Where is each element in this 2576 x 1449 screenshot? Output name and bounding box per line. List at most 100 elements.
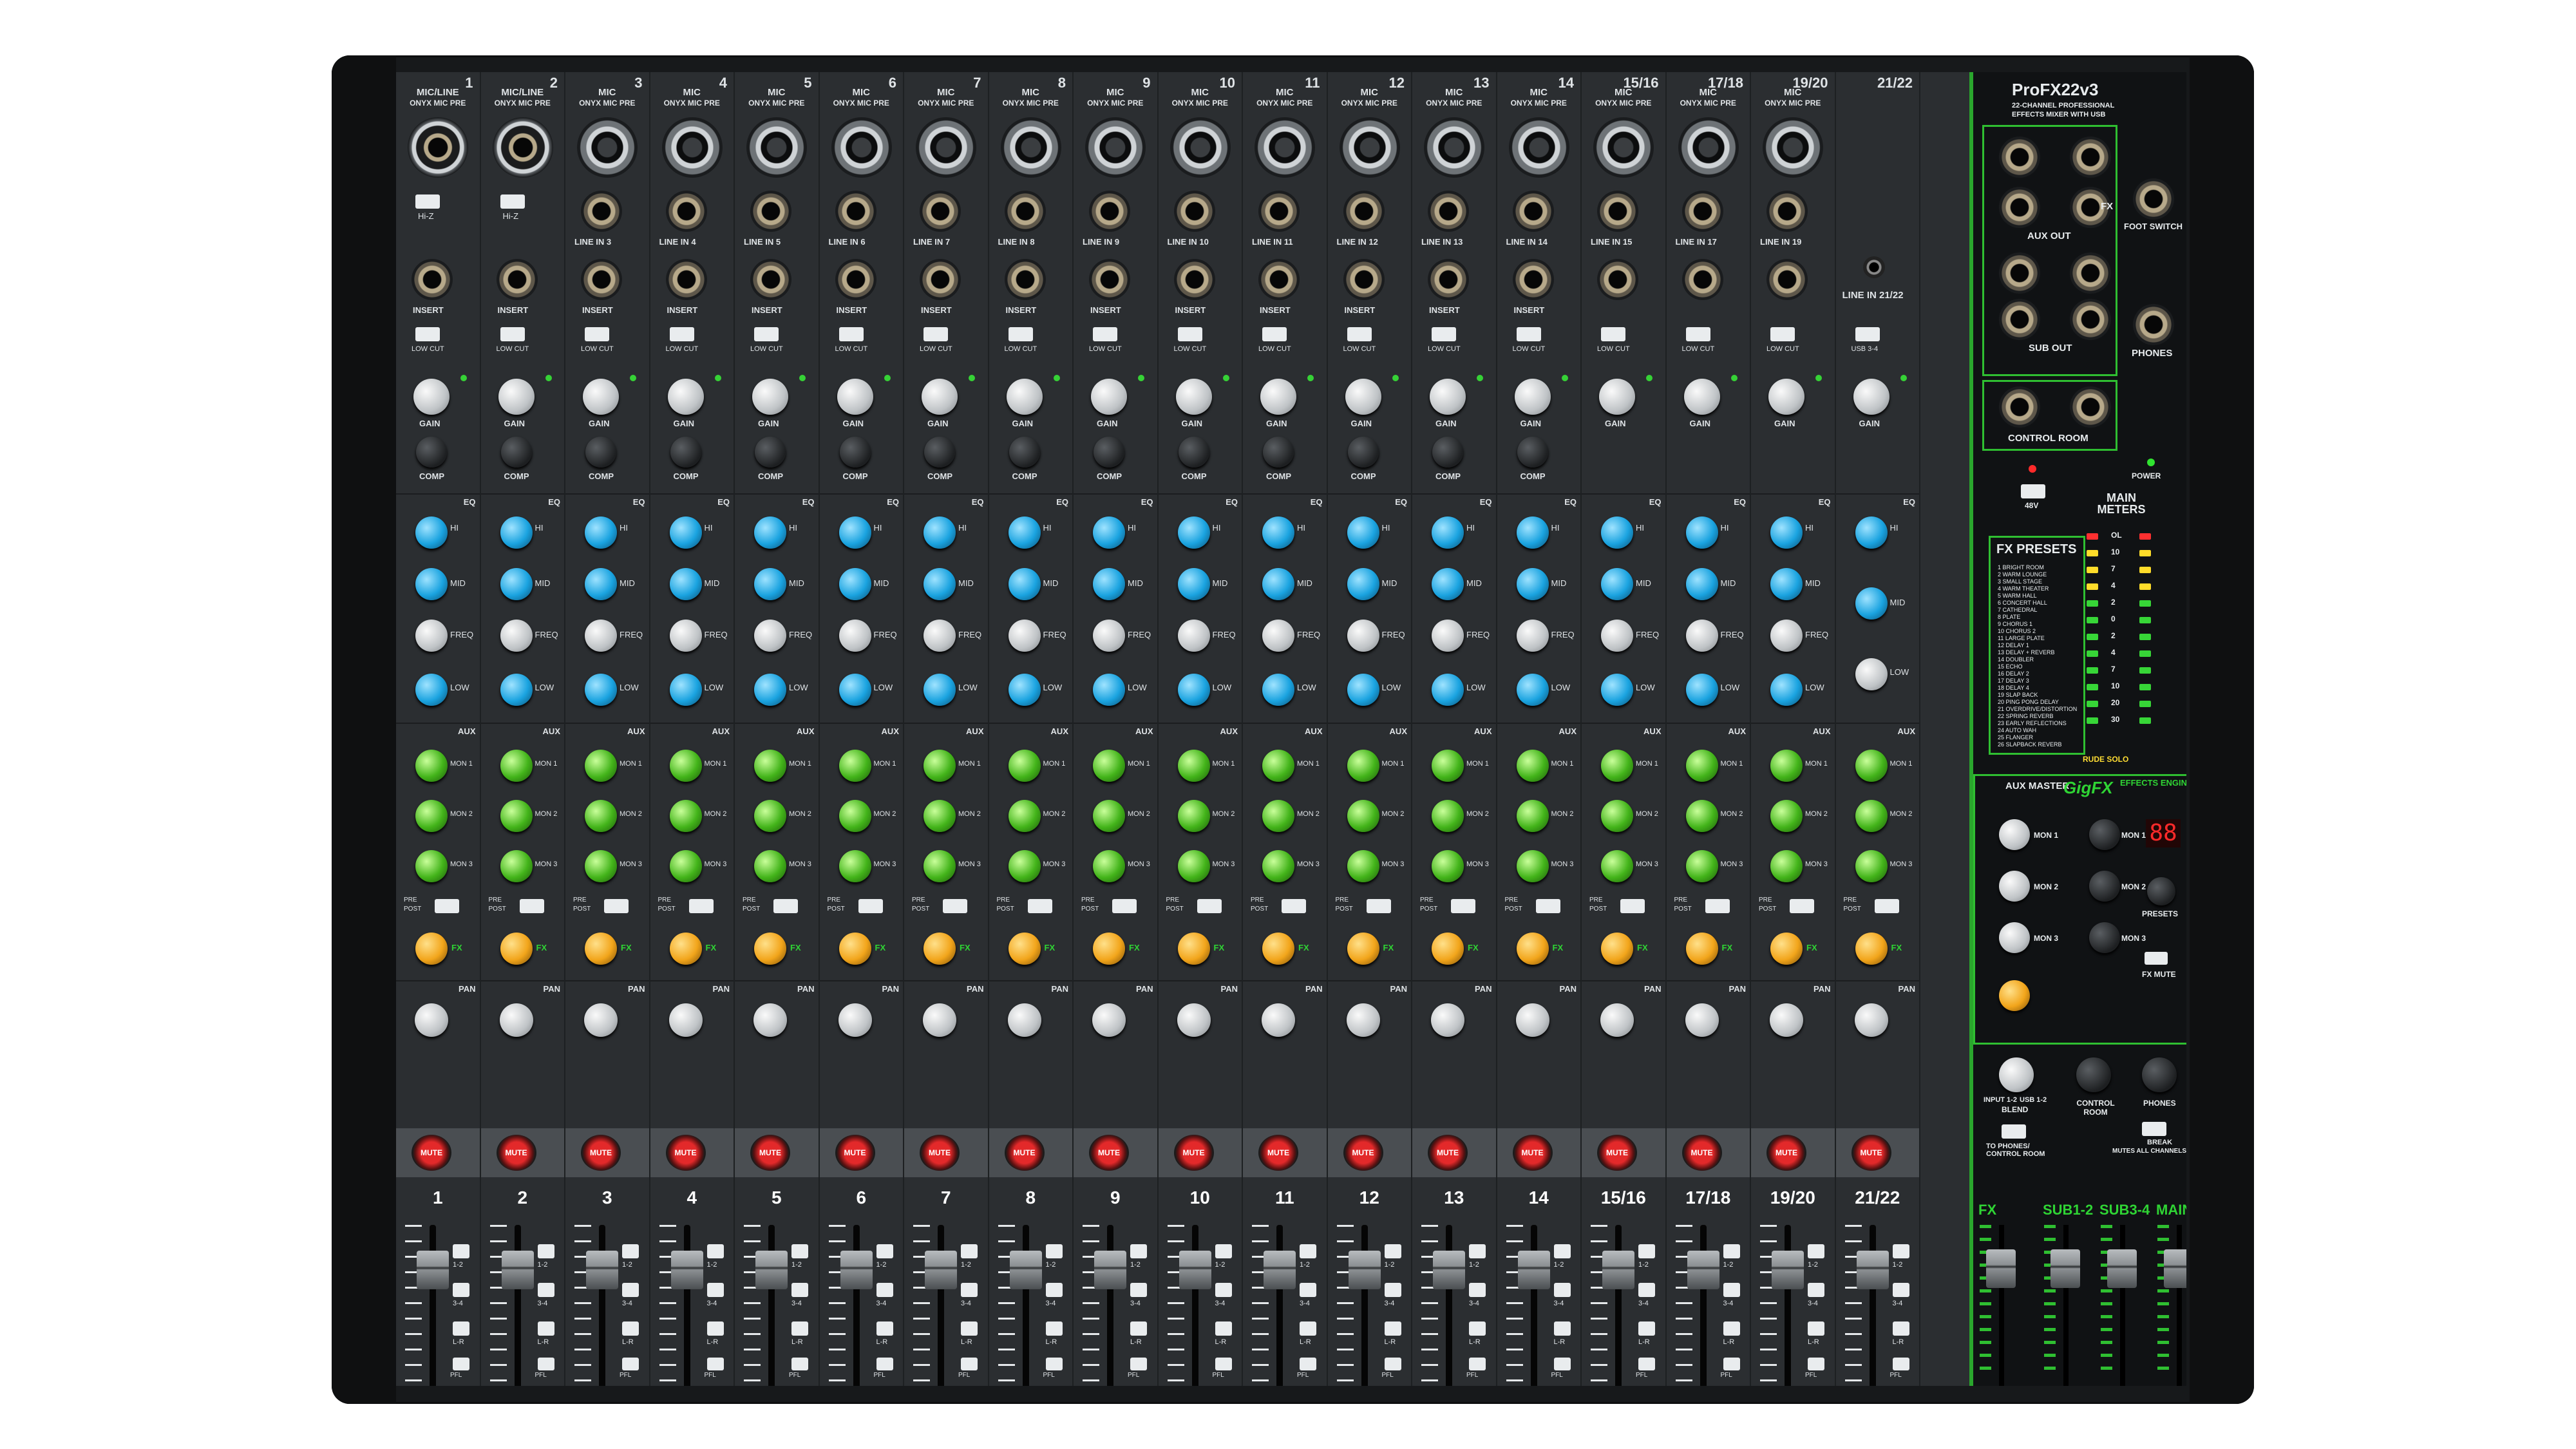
gain-knob[interactable] bbox=[1175, 379, 1212, 415]
pre-post-switch[interactable] bbox=[858, 899, 883, 913]
line-input-jack[interactable] bbox=[920, 191, 961, 232]
eq-mid-knob[interactable] bbox=[838, 568, 871, 600]
combo-input-jack[interactable] bbox=[492, 117, 553, 178]
eq-hi-knob[interactable] bbox=[415, 516, 448, 549]
low-cut-switch[interactable] bbox=[1685, 327, 1710, 341]
channel-fader[interactable] bbox=[755, 1251, 788, 1289]
mon3-knob[interactable] bbox=[500, 850, 533, 882]
comp-knob[interactable] bbox=[500, 437, 532, 468]
insert-jack[interactable] bbox=[1258, 259, 1300, 300]
eq-mid-knob[interactable] bbox=[1093, 568, 1125, 600]
eq-freq-knob[interactable] bbox=[669, 620, 702, 652]
pan-knob[interactable] bbox=[753, 1003, 787, 1037]
mon2-knob[interactable] bbox=[1262, 800, 1294, 832]
solo-button[interactable] bbox=[1723, 1358, 1740, 1370]
blend-knob[interactable] bbox=[1999, 1057, 2034, 1092]
mon1-knob[interactable] bbox=[1093, 750, 1125, 782]
eq-mid-knob[interactable] bbox=[1347, 568, 1379, 600]
gain-knob[interactable] bbox=[1599, 379, 1635, 415]
mon3-knob[interactable] bbox=[1516, 850, 1549, 882]
bus-34-button[interactable] bbox=[961, 1283, 978, 1297]
eq-low-knob[interactable] bbox=[585, 674, 617, 706]
fx-send-knob[interactable] bbox=[1855, 933, 1888, 965]
bus-lr-button[interactable] bbox=[537, 1321, 554, 1336]
mon3-knob[interactable] bbox=[1432, 850, 1464, 882]
low-cut-switch[interactable] bbox=[754, 327, 779, 341]
mon3-knob[interactable] bbox=[1601, 850, 1633, 882]
bus-lr-button[interactable] bbox=[1469, 1321, 1486, 1336]
low-cut-switch[interactable] bbox=[415, 327, 440, 341]
eq-freq-knob[interactable] bbox=[1432, 620, 1464, 652]
xlr-input-jack[interactable] bbox=[577, 117, 638, 178]
eq-hi-knob[interactable] bbox=[1262, 516, 1294, 549]
solo-button[interactable] bbox=[1384, 1358, 1401, 1370]
mon2-knob[interactable] bbox=[754, 800, 786, 832]
bus-34-button[interactable] bbox=[876, 1283, 893, 1297]
solo-button[interactable] bbox=[791, 1358, 808, 1370]
line-in-right-jack[interactable] bbox=[1681, 259, 1723, 300]
fx-send-knob[interactable] bbox=[585, 933, 617, 965]
solo-button[interactable] bbox=[1638, 1358, 1655, 1370]
xlr-input-jack[interactable] bbox=[1339, 117, 1400, 178]
gain-knob[interactable] bbox=[1091, 379, 1127, 415]
mute-button[interactable]: MUTE bbox=[920, 1135, 960, 1171]
line-input-jack[interactable] bbox=[1428, 191, 1469, 232]
xlr-input-jack[interactable] bbox=[1678, 117, 1739, 178]
eq-hi-knob[interactable] bbox=[1770, 516, 1803, 549]
low-cut-switch[interactable] bbox=[500, 327, 525, 341]
hiz-switch[interactable] bbox=[500, 194, 525, 209]
comp-knob[interactable] bbox=[755, 437, 786, 468]
mon2-knob[interactable] bbox=[585, 800, 617, 832]
solo-button[interactable] bbox=[706, 1358, 724, 1370]
insert-jack[interactable] bbox=[1428, 259, 1469, 300]
channel-fader[interactable] bbox=[1772, 1251, 1804, 1289]
channel-fader[interactable] bbox=[1602, 1251, 1634, 1289]
eq-freq-knob[interactable] bbox=[838, 620, 871, 652]
usb-34-switch[interactable] bbox=[1855, 327, 1880, 341]
channel-fader[interactable] bbox=[1264, 1251, 1296, 1289]
pre-post-switch[interactable] bbox=[519, 899, 544, 913]
gain-knob[interactable] bbox=[667, 379, 704, 415]
mon2-knob[interactable] bbox=[415, 800, 448, 832]
line-input-jack[interactable] bbox=[750, 191, 791, 232]
mon1-knob[interactable] bbox=[415, 750, 448, 782]
channel-fader[interactable] bbox=[1687, 1251, 1719, 1289]
solo-button[interactable] bbox=[1215, 1358, 1232, 1370]
solo-button[interactable] bbox=[537, 1358, 554, 1370]
gain-knob[interactable] bbox=[922, 379, 958, 415]
bus-12-button[interactable] bbox=[453, 1244, 469, 1258]
aux-out-jack-2[interactable] bbox=[1999, 187, 2040, 228]
aux-master-mon2-knob[interactable] bbox=[1999, 871, 2030, 902]
mon3-knob[interactable] bbox=[585, 850, 617, 882]
eq-freq-knob[interactable] bbox=[1177, 620, 1210, 652]
channel-fader[interactable] bbox=[1009, 1251, 1042, 1289]
eq-freq-knob[interactable] bbox=[1685, 620, 1718, 652]
fx-send-knob[interactable] bbox=[1601, 933, 1633, 965]
eq-mid-knob[interactable] bbox=[1685, 568, 1718, 600]
bus-12-button[interactable] bbox=[1553, 1244, 1571, 1258]
bus-12-button[interactable] bbox=[1215, 1244, 1232, 1258]
eq-low-knob[interactable] bbox=[838, 674, 871, 706]
bus-lr-button[interactable] bbox=[1384, 1321, 1401, 1336]
eq-mid-knob[interactable] bbox=[1855, 587, 1888, 620]
low-cut-switch[interactable] bbox=[1262, 327, 1287, 341]
mute-button[interactable]: MUTE bbox=[1681, 1135, 1722, 1171]
insert-jack[interactable] bbox=[920, 259, 961, 300]
bus-12-button[interactable] bbox=[1808, 1244, 1824, 1258]
line-input-jack[interactable] bbox=[1766, 191, 1808, 232]
xlr-input-jack[interactable] bbox=[1593, 117, 1654, 178]
mute-button[interactable]: MUTE bbox=[1089, 1135, 1129, 1171]
break-switch[interactable] bbox=[2142, 1122, 2166, 1136]
channel-fader[interactable] bbox=[1094, 1251, 1126, 1289]
mon2-knob[interactable] bbox=[1601, 800, 1633, 832]
channel-fader[interactable] bbox=[1348, 1251, 1381, 1289]
mute-button[interactable]: MUTE bbox=[1512, 1135, 1553, 1171]
eq-hi-knob[interactable] bbox=[1685, 516, 1718, 549]
mon1-knob[interactable] bbox=[838, 750, 871, 782]
bus-34-button[interactable] bbox=[1384, 1283, 1401, 1297]
eq-mid-knob[interactable] bbox=[1008, 568, 1041, 600]
mon3-knob[interactable] bbox=[838, 850, 871, 882]
eq-mid-knob[interactable] bbox=[754, 568, 786, 600]
solo-button[interactable] bbox=[1892, 1358, 1909, 1370]
fx-send-knob[interactable] bbox=[1770, 933, 1803, 965]
